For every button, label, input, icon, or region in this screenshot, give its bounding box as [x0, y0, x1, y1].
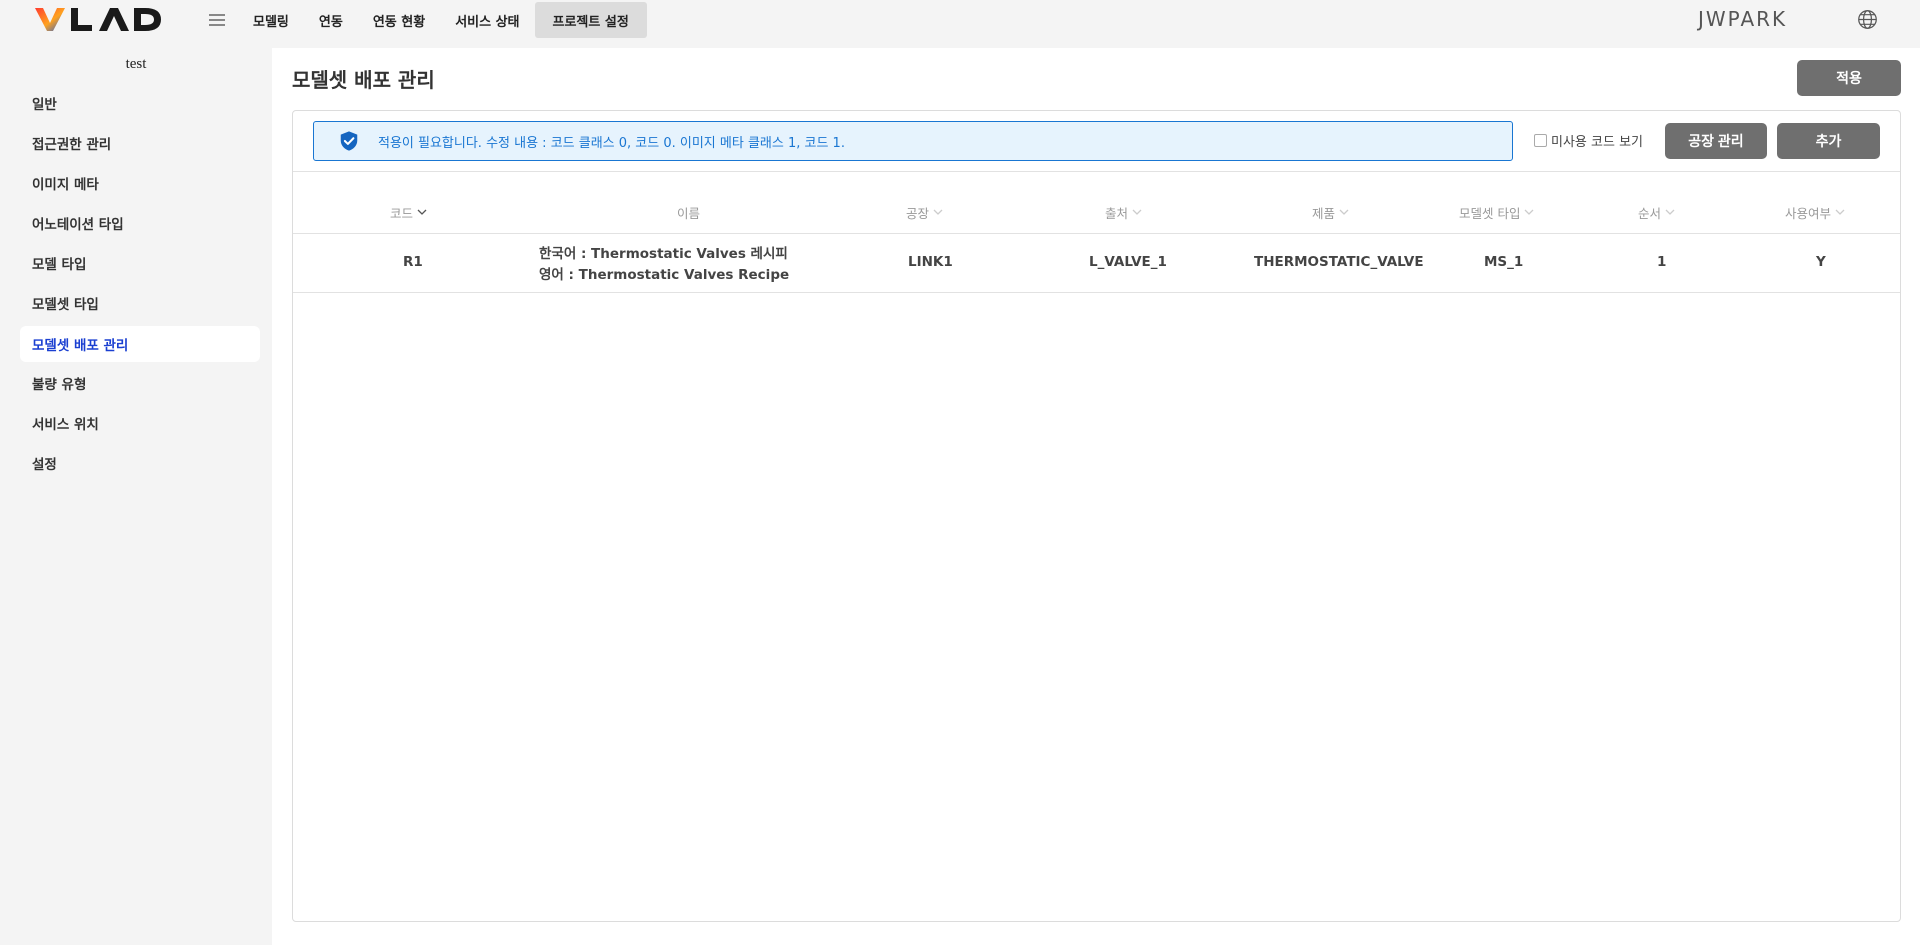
sidebar-item-annotation-type[interactable]: 어노테이션 타입 — [20, 205, 260, 241]
column-header-label: 모델셋 타입 — [1459, 205, 1521, 221]
show-unused-checkbox[interactable] — [1534, 134, 1547, 147]
chevron-down-icon — [417, 209, 427, 215]
chevron-down-icon — [1339, 209, 1349, 215]
project-name: test — [125, 56, 147, 72]
show-unused-toggle[interactable]: 미사용 코드 보기 — [1534, 131, 1643, 150]
vlad-logo[interactable] — [35, 4, 163, 34]
chevron-down-icon — [933, 209, 943, 215]
column-header-label: 순서 — [1638, 205, 1662, 221]
column-header-code[interactable]: 코드 — [390, 203, 427, 221]
nav-service-status[interactable]: 서비스 상태 — [440, 2, 534, 38]
apply-button[interactable]: 적용 — [1797, 60, 1901, 96]
sidebar-item-image-meta[interactable]: 이미지 메타 — [20, 165, 260, 201]
chevron-down-icon — [1665, 209, 1675, 215]
nav-project-settings[interactable]: 프로젝트 설정 — [534, 2, 647, 38]
shield-check-icon — [340, 131, 358, 151]
sidebar: test 일반 접근권한 관리 이미지 메타 어노테이션 타입 모델 타입 모델… — [0, 40, 270, 945]
column-header-label: 이름 — [677, 205, 701, 221]
cell-factory: LINK1 — [908, 254, 953, 270]
column-header-label: 출처 — [1105, 205, 1129, 221]
column-header-modelset-type[interactable]: 모델셋 타입 — [1459, 203, 1534, 221]
column-header-label: 제품 — [1312, 205, 1336, 221]
chevron-down-icon — [1525, 209, 1534, 215]
divider — [293, 171, 1900, 172]
cell-product: THERMOSTATIC_VALVE — [1254, 254, 1424, 270]
cell-order: 1 — [1657, 254, 1667, 270]
column-header-label: 코드 — [390, 205, 414, 221]
sidebar-item-service-location[interactable]: 서비스 위치 — [20, 405, 260, 441]
sidebar-item-settings[interactable]: 설정 — [20, 445, 260, 481]
table-row[interactable]: R1 한국어 : Thermostatic Valves 레시피 영어 : Th… — [293, 234, 1900, 292]
factory-manage-button[interactable]: 공장 관리 — [1665, 123, 1767, 159]
chevron-down-icon — [1132, 209, 1142, 215]
top-nav: 모델링 연동 연동 현황 서비스 상태 프로젝트 설정 — [238, 2, 647, 38]
sidebar-item-modelset-type[interactable]: 모델셋 타입 — [20, 285, 260, 321]
nav-integration-status[interactable]: 연동 현황 — [358, 2, 440, 38]
column-header-name: 이름 — [677, 203, 700, 221]
cell-name-ko: 한국어 : Thermostatic Valves 레시피 — [539, 246, 788, 262]
sidebar-item-access[interactable]: 접근권한 관리 — [20, 125, 260, 161]
column-header-product[interactable]: 제품 — [1312, 203, 1349, 221]
cell-name-en: 영어 : Thermostatic Valves Recipe — [539, 267, 790, 283]
column-header-source[interactable]: 출처 — [1105, 203, 1142, 221]
column-header-label: 공장 — [906, 205, 930, 221]
page-title: 모델셋 배포 관리 — [292, 68, 435, 92]
main-panel: 모델셋 배포 관리 적용 적용이 필요합니다. 수정 내용 : 코드 클래스 0… — [272, 48, 1920, 945]
top-bar: 모델링 연동 연동 현황 서비스 상태 프로젝트 설정 JWPARK — [0, 0, 1920, 40]
show-unused-label[interactable]: 미사용 코드 보기 — [1551, 131, 1643, 150]
sidebar-item-model-type[interactable]: 모델 타입 — [20, 245, 260, 281]
nav-modeling[interactable]: 모델링 — [238, 2, 304, 38]
cell-code: R1 — [403, 254, 423, 270]
globe-icon[interactable] — [1857, 9, 1878, 30]
column-header-factory[interactable]: 공장 — [906, 203, 943, 221]
cell-source: L_VALVE_1 — [1089, 254, 1167, 270]
alert-message: 적용이 필요합니다. 수정 내용 : 코드 클래스 0, 코드 0. 이미지 메… — [378, 135, 845, 151]
column-header-order[interactable]: 순서 — [1638, 203, 1675, 221]
sidebar-item-general[interactable]: 일반 — [20, 85, 260, 121]
menu-icon[interactable] — [207, 10, 227, 30]
user-name[interactable]: JWPARK — [1698, 7, 1787, 31]
column-header-label: 사용여부 — [1785, 205, 1832, 221]
sidebar-item-modelset-deploy[interactable]: 모델셋 배포 관리 — [20, 326, 260, 362]
cell-use: Y — [1816, 254, 1826, 270]
alert-banner: 적용이 필요합니다. 수정 내용 : 코드 클래스 0, 코드 0. 이미지 메… — [313, 121, 1513, 161]
chevron-down-icon — [1835, 209, 1845, 215]
nav-integration[interactable]: 연동 — [304, 2, 358, 38]
column-header-use[interactable]: 사용여부 — [1785, 203, 1845, 221]
sidebar-item-defect-type[interactable]: 불량 유형 — [20, 365, 260, 401]
content-card: 적용이 필요합니다. 수정 내용 : 코드 클래스 0, 코드 0. 이미지 메… — [292, 110, 1901, 922]
cell-modelset-type: MS_1 — [1484, 254, 1524, 270]
add-button[interactable]: 추가 — [1777, 123, 1880, 159]
row-divider — [293, 292, 1900, 293]
